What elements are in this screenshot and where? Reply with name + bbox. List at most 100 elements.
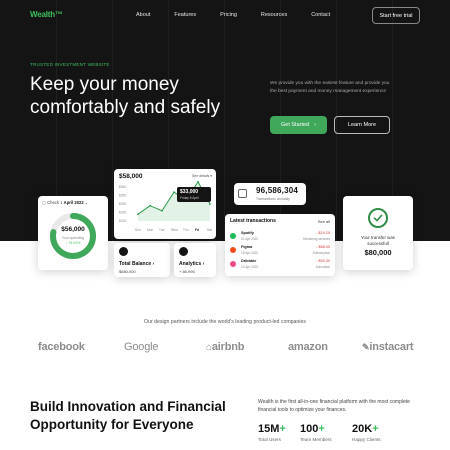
y-tick-label: $25K <box>119 194 127 198</box>
transaction-date: 10 Apr 2022 <box>241 264 259 269</box>
chart-point <box>197 181 199 183</box>
chart-point <box>161 209 163 212</box>
revenue-chart-card: $30K $25K $20K $15K $10K Sun Mon Tue Wed Thu Fri Sa… <box>114 169 216 239</box>
spending-card: ▢ Check 1 April 2022 ⌄ $56,000 Your spen… <box>38 196 108 270</box>
balance-label: Total Balance › <box>119 261 154 267</box>
nav-link-pricing[interactable]: Pricing <box>220 12 237 18</box>
x-tick-label: Thu <box>183 228 189 232</box>
stat-plus: + <box>372 423 379 435</box>
transfer-success-card: Your transfer was successfull $80,000 <box>343 196 413 270</box>
see-details-link[interactable]: See details ▾ <box>192 174 212 178</box>
transaction-row[interactable]: Spotify 21 Apr 2022 - $19.29 Streaming s… <box>230 231 330 242</box>
y-tick-label: $30K <box>119 185 127 189</box>
hero-eyebrow: TRUSTED INVESTMENT WEBSITE <box>30 62 110 67</box>
top-nav: Wealth™ About Features Pricing Resources… <box>0 0 450 32</box>
balance-value: $580,000 <box>119 269 136 274</box>
x-tick-label: Tue <box>159 228 165 232</box>
chevron-right-icon: › <box>314 122 316 128</box>
y-tick-label: $20K <box>119 202 127 206</box>
x-tick-label: Wed <box>171 228 178 232</box>
partner-logos: facebook Google ⌂airbnb amazon ✎instacar… <box>0 341 450 355</box>
chevron-right-icon: › <box>152 261 155 267</box>
stat-happy-clients: 20K+ Happy Clients <box>352 423 381 442</box>
total-balance-card[interactable]: Total Balance › $580,000 <box>114 243 170 277</box>
dribbble-icon <box>230 261 236 267</box>
chart-tooltip: $33,000 Friday 6 April <box>177 187 211 202</box>
y-tick-label: $10K <box>119 219 127 223</box>
tooltip-date: Friday 6 April <box>180 196 199 200</box>
facebook-logo: facebook <box>38 341 85 353</box>
section-description: Wealth is the first all-in-one financial… <box>258 399 410 413</box>
spending-label: Your spending <box>61 236 85 240</box>
learn-more-button[interactable]: Learn More <box>334 116 390 134</box>
stat-value: 15M <box>258 423 280 435</box>
transaction-category: Annuation <box>315 264 330 269</box>
stat-plus: + <box>318 423 325 435</box>
spending-change: ↑ +6.03% <box>65 241 81 245</box>
x-tick-label: Fri <box>195 228 199 232</box>
analytics-value: + 86,995 <box>179 269 195 274</box>
analytics-label: Analytics › <box>179 261 204 267</box>
nav-link-contact[interactable]: Contact <box>311 12 330 18</box>
nav-link-features[interactable]: Features <box>174 12 196 18</box>
period-prefix: Check 1 <box>47 200 63 205</box>
chart-amount: $58,000 <box>119 173 143 180</box>
y-tick-label: $15K <box>119 211 127 215</box>
partners-title: Our design partners include the world's … <box>144 319 306 325</box>
transactions-count: 96,586,304 <box>256 186 299 195</box>
analytics-card[interactable]: Analytics › + 86,995 <box>174 243 216 277</box>
transfer-amount: $80,000 <box>364 248 392 257</box>
x-tick-label: Sun <box>135 228 141 232</box>
transfer-message: Your transfer was successfull <box>360 235 395 246</box>
period-header[interactable]: ▢ Check 1 April 2022 ⌄ <box>42 200 88 205</box>
nav-link-about[interactable]: About <box>136 12 150 18</box>
stat-label: Happy Clients <box>352 437 381 442</box>
transaction-amount: - $99.30 <box>316 259 330 263</box>
transaction-amount: - $19.29 <box>316 231 330 235</box>
airbnb-logo: ⌂airbnb <box>206 341 244 353</box>
tooltip-amount: $33,000 <box>180 189 199 195</box>
start-free-trial-button[interactable]: Start free trial <box>372 7 420 24</box>
nav-link-resources[interactable]: Resources <box>261 12 287 18</box>
transaction-amount: - $58.00 <box>316 245 330 249</box>
stat-team-members: 100+ Team Members <box>300 423 332 442</box>
transaction-name: Figma <box>241 245 253 249</box>
balance-label-text: Total Balance <box>119 261 152 267</box>
hero-description: We provide you with the easiest feature … <box>270 81 390 94</box>
nav-links: About Features Pricing Resources Contact <box>136 12 354 18</box>
amazon-logo: amazon <box>288 341 328 353</box>
transaction-row[interactable]: Dribbble 10 Apr 2022 - $99.30 Annuation <box>230 259 330 270</box>
transactions-count-card: 96,586,304 Transactions annually <box>234 183 306 205</box>
analytics-icon <box>179 247 188 256</box>
chart-point <box>137 213 139 216</box>
transaction-name: Spotify <box>241 231 254 235</box>
stat-total-users: 15M+ Total Users <box>258 423 286 442</box>
chart-point <box>173 191 175 193</box>
stat-label: Team Members <box>300 437 332 442</box>
transaction-date: 18 Apr 2022 <box>241 250 259 255</box>
section-title: Build Innovation and Financial Opportuni… <box>30 399 226 432</box>
chart-point <box>149 204 151 207</box>
get-started-button[interactable]: Get Started › <box>270 116 327 134</box>
brand-logo[interactable]: Wealth™ <box>30 10 63 19</box>
google-logo: Google <box>124 341 159 353</box>
transaction-category: Subscription <box>312 250 330 255</box>
transaction-row[interactable]: Figma 18 Apr 2022 - $58.00 Subscription <box>230 245 330 256</box>
spending-amount: $56,000 <box>61 226 85 233</box>
chart-point <box>209 203 211 205</box>
analytics-label-text: Analytics <box>179 261 202 267</box>
hero-headline: Keep your money comfortably and safely <box>30 74 221 118</box>
transaction-date: 21 Apr 2022 <box>241 236 259 241</box>
check-circle-icon <box>368 208 388 228</box>
stat-label: Total Users <box>258 437 281 442</box>
get-started-label: Get Started <box>281 122 310 128</box>
airbnb-wordmark: airbnb <box>211 341 245 353</box>
latest-transactions-card: Latest transactions See all Spotify 21 A… <box>225 214 335 276</box>
stat-value: 100 <box>300 423 319 435</box>
instacart-wordmark: instacart <box>369 341 414 353</box>
stat-plus: + <box>279 423 286 435</box>
period-date: April 2022 <box>63 200 84 205</box>
see-all-link[interactable]: See all <box>318 219 330 224</box>
chevron-right-icon: › <box>202 261 205 267</box>
spending-donut: $56,000 Your spending ↑ +6.03% <box>48 211 98 261</box>
